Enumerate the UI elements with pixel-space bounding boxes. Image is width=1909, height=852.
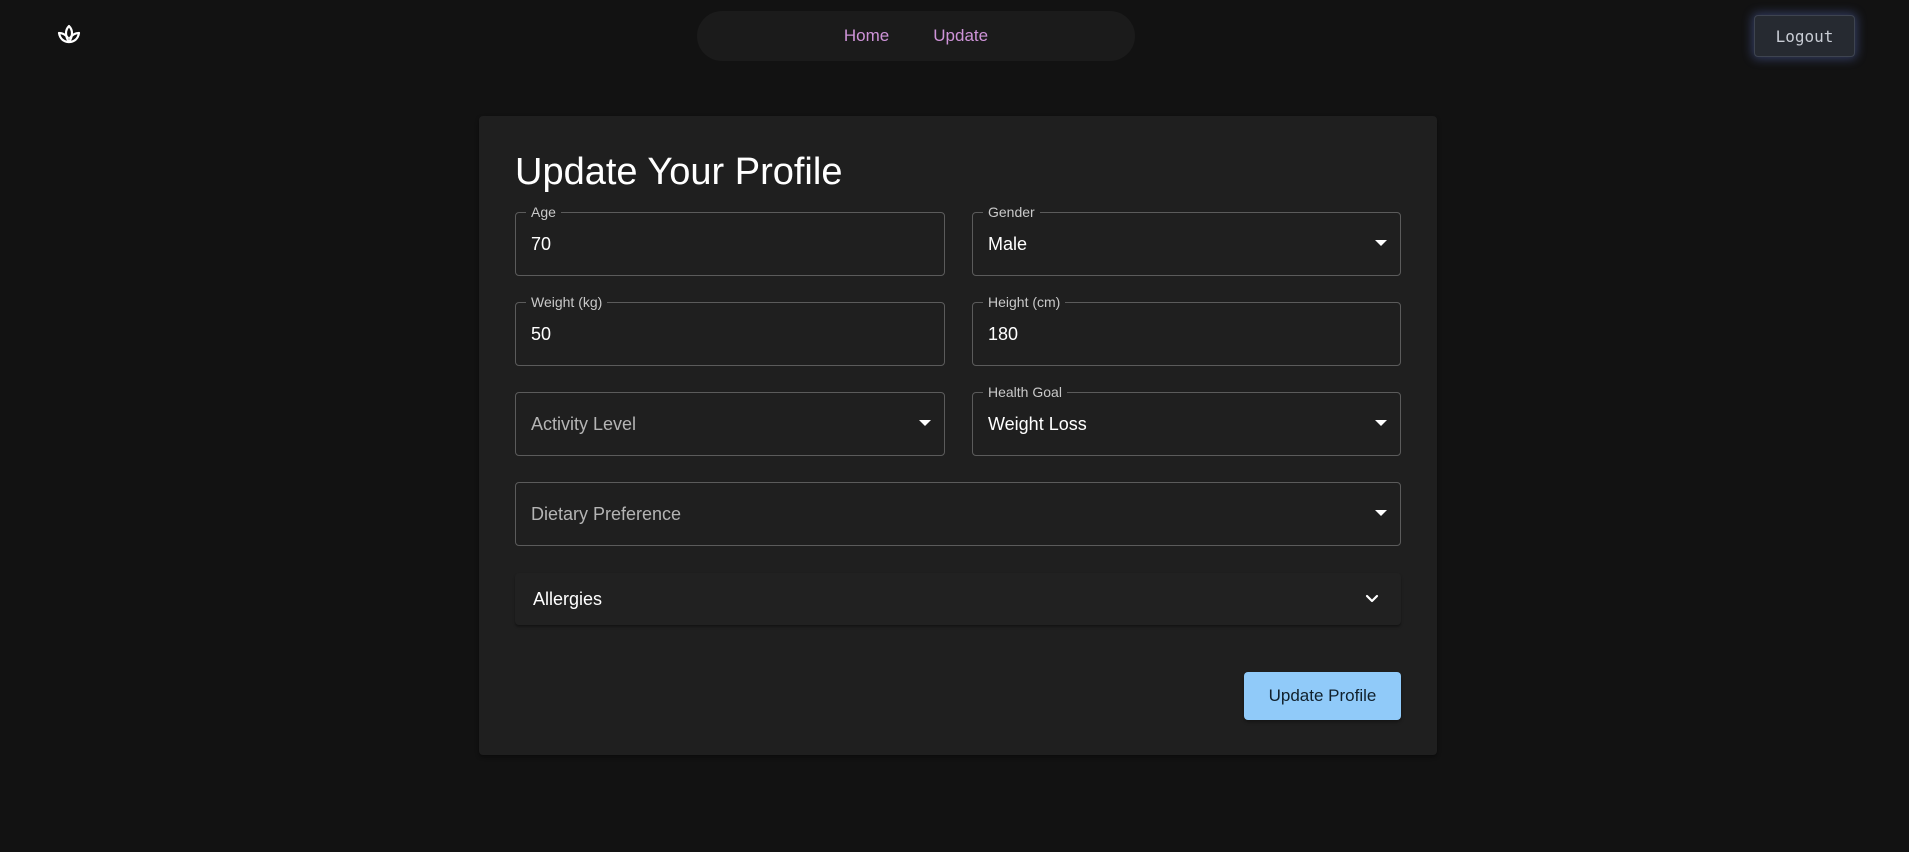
gender-select[interactable]: Gender Male: [972, 204, 1401, 276]
activity-level-select[interactable]: Activity Level: [515, 392, 945, 456]
age-field[interactable]: Age 70: [515, 204, 945, 276]
weight-field[interactable]: Weight (kg) 50: [515, 294, 945, 366]
main-nav: Home Update: [697, 11, 1135, 61]
dropdown-arrow-icon[interactable]: [919, 420, 931, 426]
allergies-label: Allergies: [533, 588, 603, 609]
logout-button[interactable]: Logout: [1754, 15, 1855, 57]
nav-link-update[interactable]: Update: [933, 26, 988, 46]
health-goal-select[interactable]: Health Goal Weight Loss: [972, 384, 1401, 456]
activity-level-placeholder: Activity Level: [531, 413, 637, 434]
gender-value: Male: [988, 233, 1028, 254]
lotus-leaf-icon[interactable]: [55, 22, 83, 50]
dropdown-arrow-icon[interactable]: [1375, 510, 1387, 516]
dietary-preference-select[interactable]: Dietary Preference: [515, 482, 1401, 546]
dietary-preference-placeholder: Dietary Preference: [531, 503, 682, 524]
update-profile-button[interactable]: Update Profile: [1244, 672, 1401, 720]
dropdown-arrow-icon[interactable]: [1375, 240, 1387, 246]
height-value[interactable]: 180: [988, 303, 1018, 365]
dropdown-arrow-icon[interactable]: [1375, 420, 1387, 426]
weight-value[interactable]: 50: [531, 303, 551, 365]
height-field[interactable]: Height (cm) 180: [972, 294, 1401, 366]
top-app-bar: Home Update Logout: [0, 0, 1909, 72]
profile-form-card: Update Your Profile Age 70 Gender Male W…: [479, 116, 1437, 755]
health-goal-value: Weight Loss: [988, 413, 1087, 434]
nav-link-home[interactable]: Home: [844, 26, 889, 46]
allergies-accordion[interactable]: Allergies: [515, 573, 1401, 625]
chevron-down-icon[interactable]: [1363, 589, 1381, 607]
page-title: Update Your Profile: [515, 151, 843, 193]
age-value[interactable]: 70: [531, 213, 551, 275]
